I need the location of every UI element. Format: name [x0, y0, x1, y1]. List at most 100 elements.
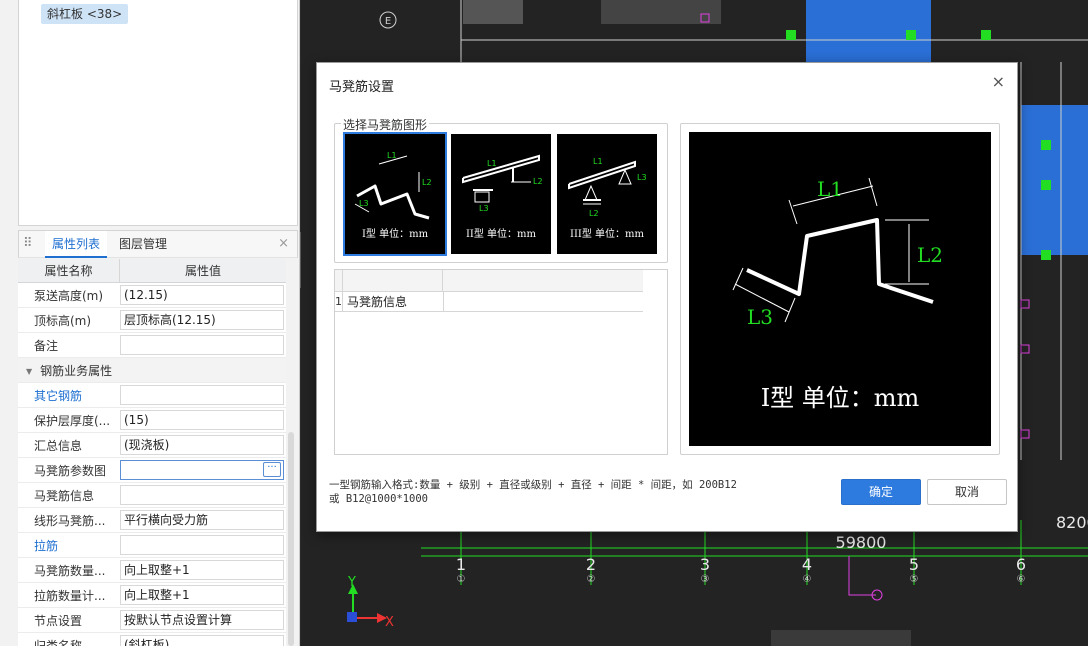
shape-caption: II型 单位：mm [465, 229, 537, 240]
label-l1: L1 [387, 151, 397, 160]
label-l2: L2 [917, 243, 943, 267]
properties-scrollbar[interactable] [288, 432, 294, 646]
hatch-region [463, 0, 523, 24]
property-row: 节点设置 按默认节点设置计算 [18, 608, 286, 633]
property-name-link[interactable]: 拉筋 [18, 537, 120, 554]
property-value[interactable]: (现浇板) [120, 435, 284, 455]
property-name: 马凳筋参数图 [34, 463, 107, 478]
axis-number: 4 [802, 555, 812, 574]
ellipsis-button[interactable]: ··· [263, 462, 281, 477]
property-name: 备注 [34, 338, 59, 353]
label-l2: L2 [589, 209, 599, 218]
support-triangle [618, 168, 632, 185]
close-icon[interactable]: × [992, 73, 1005, 91]
property-row: 备注 [18, 333, 286, 358]
property-value[interactable]: 平行横向受力筋 [120, 510, 284, 530]
rebar-top [462, 154, 540, 184]
group-title: 钢筋业务属性 [40, 363, 113, 378]
property-name: 顶标高(m) [34, 313, 92, 328]
support-triangle [584, 184, 598, 201]
axis-number: 2 [586, 555, 596, 574]
property-name: 拉筋数量计... [34, 588, 106, 603]
dim-ext [732, 267, 744, 291]
property-value[interactable]: 向上取整+1 [120, 560, 284, 580]
axis-sub-label: ③ [701, 574, 710, 585]
tree-item-selected[interactable]: 斜杠板 <38> [41, 4, 129, 24]
property-row: 泵送高度(m) (12.15) [18, 283, 286, 308]
label-l1: L1 [593, 157, 603, 166]
close-icon[interactable]: × [278, 237, 289, 251]
drag-handle-icon[interactable]: ⠿ [23, 237, 32, 251]
shape-option-type3[interactable]: L1 L3 L2 III型 单位：mm [557, 134, 657, 254]
shape-caption: III型 单位：mm [570, 229, 644, 240]
component-tree: 斜杠板 <38> [18, 0, 298, 226]
hint-line: 或 B12@1000*1000 [329, 493, 429, 505]
dim-ext [868, 177, 878, 207]
header-name: 属性名称 [18, 259, 120, 283]
table-row[interactable]: 1 马凳筋信息 [335, 292, 643, 312]
property-row: 顶标高(m) 层顶标高(12.15) [18, 308, 286, 333]
shape-caption: I型 单位：mm [361, 229, 429, 240]
property-value[interactable]: 层顶标高(12.15) [120, 310, 284, 330]
column-marker [786, 30, 796, 40]
label-l1: L1 [817, 177, 843, 201]
ok-button[interactable]: 确定 [841, 479, 921, 505]
header-cell [343, 270, 443, 292]
shape-group-label: 选择马凳筋图形 [341, 116, 430, 133]
property-value[interactable] [120, 535, 284, 555]
axis-number: 6 [1016, 555, 1026, 574]
property-name: 线形马凳筋... [34, 513, 106, 528]
hatch-region [601, 0, 721, 24]
property-value[interactable]: 向上取整+1 [120, 585, 284, 605]
shape-selector-group: 选择马凳筋图形 L1 L2 L3 I型 单位：mm L1 L2 L3 II型 单… [334, 116, 668, 263]
column-marker [1041, 180, 1051, 190]
property-value[interactable]: (15) [120, 410, 284, 430]
shape-preview: L1 L2 L3 I型 单位：mm [680, 123, 1000, 455]
label-l3: L3 [747, 305, 773, 329]
property-row: 归类名称 (斜杠板) [18, 633, 286, 646]
magenta-marker [1020, 429, 1030, 439]
label-l3: L3 [359, 199, 369, 208]
property-name: 马凳筋信息 [34, 488, 95, 503]
tab-layers[interactable]: 图层管理 [119, 231, 167, 258]
property-value-active[interactable]: ··· [120, 460, 284, 480]
dim-ext [784, 297, 796, 323]
row-name: 马凳筋信息 [347, 295, 408, 309]
property-group-rebar[interactable]: ▼ 钢筋业务属性 [18, 358, 286, 383]
shape-option-type2[interactable]: L1 L2 L3 II型 单位：mm [451, 134, 551, 254]
dialog-title: 马凳筋设置 [329, 80, 395, 95]
property-name-link[interactable]: 其它钢筋 [18, 387, 120, 404]
grid-marker-label: E [385, 16, 391, 27]
property-name: 泵送高度(m) [34, 288, 104, 303]
shape-option-type1[interactable]: L1 L2 L3 I型 单位：mm [343, 132, 447, 256]
property-value[interactable]: 按默认节点设置计算 [120, 610, 284, 630]
axis-sub-label: ② [587, 574, 596, 585]
property-name: 汇总信息 [34, 438, 83, 453]
property-row: 马凳筋参数图 ··· [18, 458, 286, 483]
axis-sub-label: ① [457, 574, 466, 585]
table-header [335, 270, 643, 292]
property-value[interactable]: (12.15) [120, 285, 284, 305]
cell-divider [443, 292, 444, 312]
hint-line: 一型钢筋输入格式:数量 + 级别 + 直径或级别 + 直径 + 间距 * 间距，… [329, 479, 737, 491]
header-cell [335, 270, 343, 292]
axis-sub-label: ⑥ [1017, 574, 1026, 585]
cancel-button[interactable]: 取消 [927, 479, 1007, 505]
property-value[interactable] [120, 335, 284, 355]
property-group-label: ▼ 钢筋业务属性 [18, 362, 218, 379]
preview-caption: I型 单位：mm [760, 384, 920, 412]
property-value[interactable] [120, 385, 284, 405]
property-name: 保护层厚度(... [34, 413, 111, 428]
axis-number: 3 [700, 555, 710, 574]
property-name: 节点设置 [34, 613, 83, 628]
axis-sub-label: ⑤ [910, 574, 919, 585]
label-l1: L1 [487, 159, 497, 168]
axis-sub-label: ④ [803, 574, 812, 585]
column-marker [1041, 140, 1051, 150]
property-row: 线形马凳筋... 平行横向受力筋 [18, 508, 286, 533]
ucs-x-label: X [385, 615, 394, 630]
property-value[interactable]: (斜杠板) [120, 635, 284, 646]
property-value[interactable] [120, 485, 284, 505]
tab-properties[interactable]: 属性列表 [45, 231, 107, 258]
rebar-chair-dialog: 马凳筋设置 × 选择马凳筋图形 L1 L2 L3 I型 单位：mm L1 L2 … [316, 62, 1018, 532]
